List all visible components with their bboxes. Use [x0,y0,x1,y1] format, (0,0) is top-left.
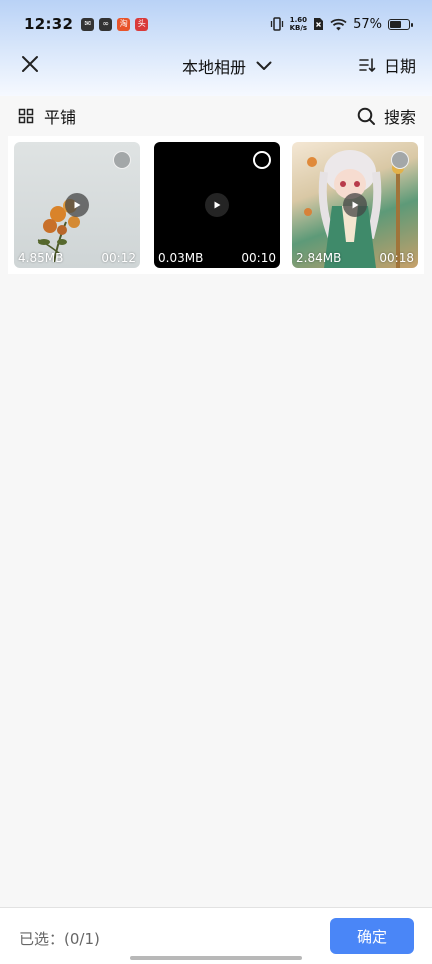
close-button[interactable] [18,52,42,76]
file-size: 4.85MB [18,251,64,265]
battery-icon [388,18,413,30]
shopping-app-icon: 淘 [117,17,131,31]
notification-icons: ✉ ∞ 淘 头 [81,17,149,31]
play-icon [343,193,367,217]
selected-count: 已选：(0/1) [19,930,100,948]
play-icon [205,193,229,217]
search-button[interactable]: 搜索 [357,104,416,128]
grid-icon [18,108,34,124]
view-bar: 平铺 搜索 [0,96,432,134]
video-duration: 00:18 [379,251,414,265]
file-size: 0.03MB [158,251,204,265]
layout-toggle-button[interactable]: 平铺 [18,104,76,128]
status-bar: 12:32 ✉ ∞ 淘 头 1.60 KB/s 57% [0,0,432,48]
top-toolbar: 本地相册 日期 [0,48,432,82]
link-app-icon: ∞ [99,17,113,31]
no-sim-icon [314,18,324,30]
select-checkbox[interactable] [391,151,409,169]
tile-meta: 4.85MB 00:12 [18,251,136,265]
net-speed-unit: KB/s [289,24,308,32]
sort-icon [359,58,376,73]
confirm-button[interactable]: 确定 [330,918,414,954]
net-speed: 1.60 KB/s [290,16,307,32]
tile-meta: 0.03MB 00:10 [158,251,276,265]
media-grid: 4.85MB 00:12 0.03MB 00:10 2.84MB 00:18 [8,136,424,274]
sort-button[interactable]: 日期 [358,53,416,77]
layout-label: 平铺 [44,108,77,127]
net-speed-value: 1.60 [289,16,307,24]
bottom-bar: 已选：(0/1) 确定 [0,907,432,964]
file-size: 2.84MB [296,251,342,265]
select-checkbox[interactable] [113,151,131,169]
video-duration: 00:10 [241,251,276,265]
wifi-icon [330,18,347,30]
battery-percent: 57% [353,16,382,32]
tile-meta: 2.84MB 00:18 [296,251,414,265]
sort-label: 日期 [383,57,416,76]
search-label: 搜索 [383,108,416,127]
video-thumbnail[interactable]: 0.03MB 00:10 [154,142,280,268]
search-icon [357,107,375,125]
video-thumbnail[interactable]: 2.84MB 00:18 [292,142,418,268]
video-duration: 00:12 [101,251,136,265]
message-app-icon: ✉ [81,17,95,31]
select-checkbox[interactable] [253,151,271,169]
close-icon [22,56,38,72]
album-selector[interactable]: 本地相册 [182,54,272,78]
video-thumbnail[interactable]: 4.85MB 00:12 [14,142,140,268]
status-time: 12:32 [24,15,74,33]
album-title: 本地相册 [182,58,247,77]
play-icon [65,193,89,217]
status-right: 1.60 KB/s 57% [270,16,413,32]
vibrate-icon [270,17,283,31]
home-indicator[interactable] [130,956,302,960]
chevron-down-icon [256,61,272,70]
news-app-icon: 头 [135,17,149,31]
